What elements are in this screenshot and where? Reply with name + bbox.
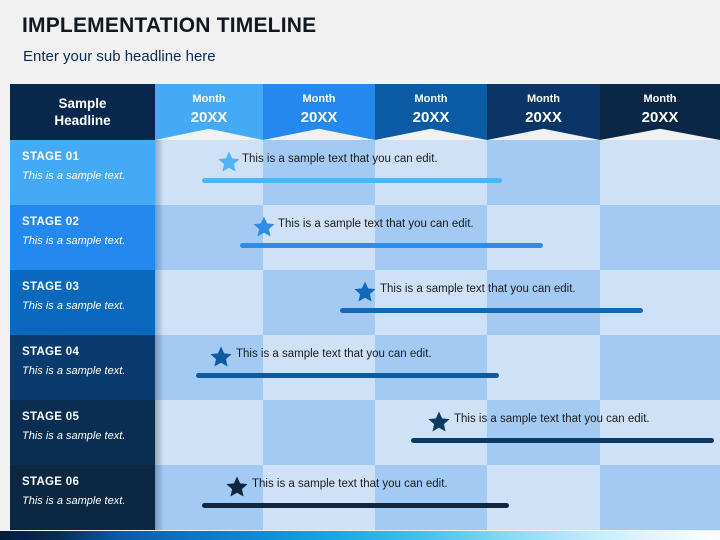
timeline-bar[interactable]: [340, 308, 643, 313]
header-month-label: Month: [527, 92, 560, 105]
timeline-item-text[interactable]: This is a sample text that you can edit.: [278, 218, 474, 230]
timeline-item-text[interactable]: This is a sample text that you can edit.: [380, 283, 576, 295]
header-year-label: 20XX: [525, 108, 562, 126]
timeline-bar[interactable]: [411, 438, 714, 443]
star-icon: [218, 151, 240, 172]
timeline-item-text[interactable]: This is a sample text that you can edit.: [236, 348, 432, 360]
timeline-item-text[interactable]: This is a sample text that you can edit.: [252, 478, 448, 490]
slide-canvas: IMPLEMENTATION TIMELINE Enter your sub h…: [0, 0, 720, 540]
timeline-item-6: This is a sample text that you can edit.: [10, 465, 720, 530]
header-headline-line1: Sample: [58, 95, 107, 111]
star-icon: [210, 346, 232, 367]
timeline-board: Sample Headline Month 20XX Month 20XX Month 20X…: [10, 84, 720, 530]
star-icon: [428, 411, 450, 432]
header-month-label: Month: [643, 92, 677, 105]
timeline-item-2: This is a sample text that you can edit.: [10, 205, 720, 270]
header-year-label: 20XX: [300, 108, 338, 126]
header-month-5[interactable]: Month 20XX: [600, 84, 720, 140]
header-month-4[interactable]: Month 20XX: [487, 84, 600, 140]
timeline-item-text[interactable]: This is a sample text that you can edit.: [454, 413, 650, 425]
timeline-item-4: This is a sample text that you can edit.: [10, 335, 720, 400]
page-title: IMPLEMENTATION TIMELINE: [22, 14, 317, 37]
header-year-label: 20XX: [190, 108, 228, 126]
timeline-bar[interactable]: [202, 503, 509, 508]
header-month-label: Month: [414, 92, 448, 105]
header-year-label: 20XX: [641, 108, 679, 126]
header-month-label: Month: [192, 92, 226, 105]
header-month-3[interactable]: Month 20XX: [375, 84, 487, 140]
header-month-2[interactable]: Month 20XX: [263, 84, 375, 140]
timeline-bar[interactable]: [202, 178, 502, 183]
header-year-label: 20XX: [412, 108, 450, 126]
timeline-body: STAGE 01 This is a sample text. STAGE 02 Th…: [10, 140, 720, 530]
page-subtitle: Enter your sub headline here: [23, 48, 216, 65]
star-icon: [253, 216, 275, 237]
header-sample-headline: Sample Headline: [10, 84, 155, 140]
star-icon: [226, 476, 248, 497]
timeline-bar[interactable]: [240, 243, 543, 248]
timeline-item-3: This is a sample text that you can edit.: [10, 270, 720, 335]
timeline-item-text[interactable]: This is a sample text that you can edit.: [242, 153, 438, 165]
star-icon: [354, 281, 376, 302]
header-month-label: Month: [302, 92, 336, 105]
footer-gradient-bar: [0, 531, 720, 540]
header-month-1[interactable]: Month 20XX: [155, 84, 263, 140]
timeline-item-1: This is a sample text that you can edit.: [10, 140, 720, 205]
header-headline-line2: Headline: [54, 112, 111, 128]
timeline-item-5: This is a sample text that you can edit.: [10, 400, 720, 465]
timeline-bar[interactable]: [196, 373, 499, 378]
